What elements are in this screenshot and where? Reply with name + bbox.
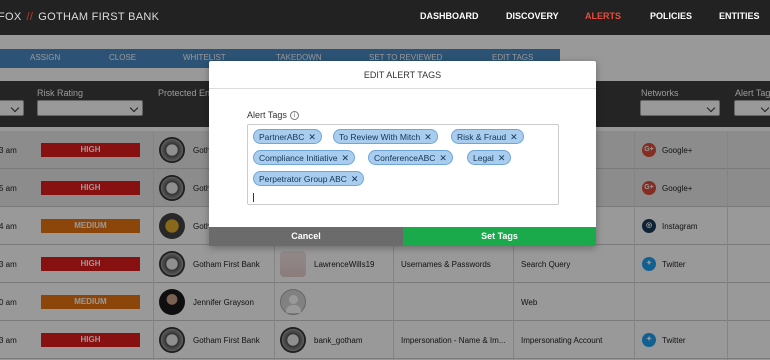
nav-entities[interactable]: ENTITIES xyxy=(719,11,760,21)
text-cursor xyxy=(253,193,254,202)
tag-chip: ConferenceABC ✕ xyxy=(368,150,453,165)
remove-tag-icon[interactable]: ✕ xyxy=(341,153,349,163)
nav-discovery[interactable]: DISCOVERY xyxy=(506,11,559,21)
alert-tags-label: Alert Tags i xyxy=(247,110,299,121)
tag-label: Compliance Initiative xyxy=(259,153,338,163)
alert-tags-label-text: Alert Tags xyxy=(247,110,287,120)
brand: FOX // GOTHAM FIRST BANK xyxy=(0,11,159,23)
remove-tag-icon[interactable]: ✕ xyxy=(510,132,518,142)
brand-prefix: FOX xyxy=(0,11,22,23)
remove-tag-icon[interactable]: ✕ xyxy=(308,132,316,142)
nav-dashboard[interactable]: DASHBOARD xyxy=(420,11,479,21)
tags-input[interactable]: PartnerABC ✕ To Review With Mitch ✕ Risk &… xyxy=(247,124,559,205)
tag-label: PartnerABC xyxy=(259,132,305,142)
tag-label: To Review With Mitch xyxy=(339,132,421,142)
tag-chip: PartnerABC ✕ xyxy=(253,129,322,144)
brand-name: GOTHAM FIRST BANK xyxy=(38,11,160,23)
set-tags-button[interactable]: Set Tags xyxy=(403,227,596,246)
tag-label: Perpetrator Group ABC xyxy=(259,174,347,184)
modal-divider xyxy=(209,88,596,89)
cancel-button[interactable]: Cancel xyxy=(209,227,403,246)
brand-separator: // xyxy=(26,11,34,23)
remove-tag-icon[interactable]: ✕ xyxy=(498,153,506,163)
tag-chip: To Review With Mitch ✕ xyxy=(333,129,438,144)
info-icon[interactable]: i xyxy=(289,111,299,121)
tag-label: ConferenceABC xyxy=(374,153,436,163)
remove-tag-icon[interactable]: ✕ xyxy=(439,153,447,163)
remove-tag-icon[interactable]: ✕ xyxy=(351,174,359,184)
tag-chip: Risk & Fraud ✕ xyxy=(451,129,524,144)
tag-chip: Compliance Initiative ✕ xyxy=(253,150,355,165)
modal-title: EDIT ALERT TAGS xyxy=(363,70,442,80)
tag-label: Risk & Fraud xyxy=(457,132,507,142)
nav-policies[interactable]: POLICIES xyxy=(650,11,692,21)
nav-alerts[interactable]: ALERTS xyxy=(585,11,621,21)
tag-label: Legal xyxy=(473,153,494,163)
top-navbar: FOX // GOTHAM FIRST BANK DASHBOARD DISCOVE… xyxy=(0,0,770,35)
tag-chip: Perpetrator Group ABC ✕ xyxy=(253,171,365,186)
edit-tags-modal: EDIT ALERT TAGS Alert Tags i PartnerABC ✕ … xyxy=(209,61,596,246)
tag-chip: Legal ✕ xyxy=(467,150,512,165)
remove-tag-icon[interactable]: ✕ xyxy=(424,132,432,142)
